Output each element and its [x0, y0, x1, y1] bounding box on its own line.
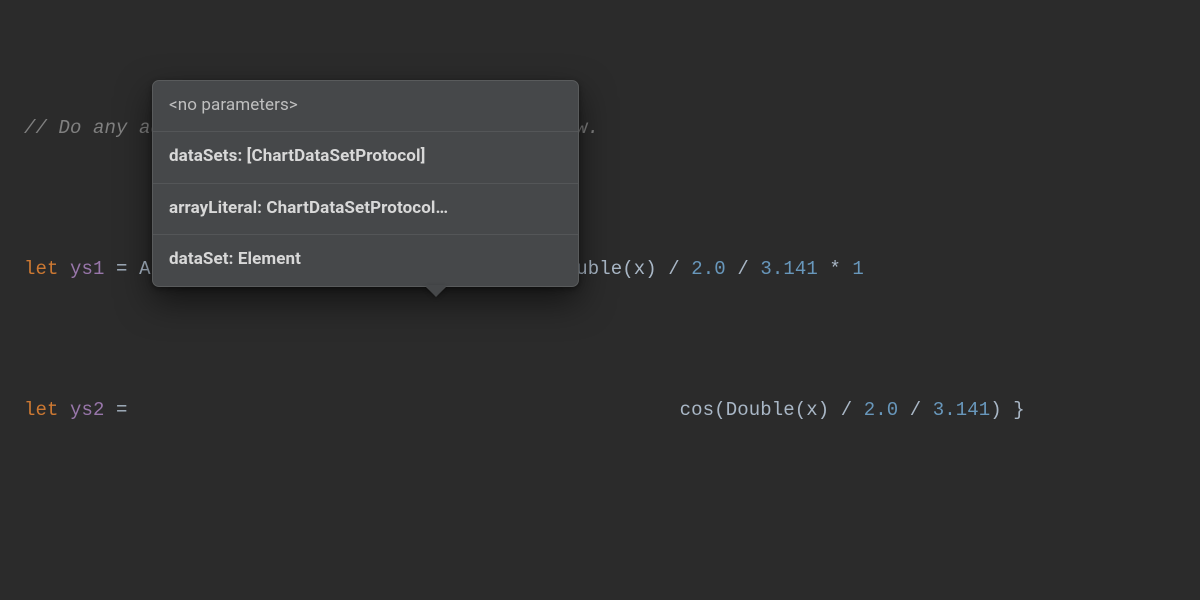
parameter-hint-item[interactable]: dataSets: [ChartDataSetProtocol] [153, 131, 578, 182]
keyword-let: let [24, 393, 59, 428]
identifier: ys1 [70, 252, 105, 287]
blank-line[interactable] [0, 533, 1200, 568]
parameter-hint-item[interactable]: dataSet: Element [153, 234, 578, 285]
parameter-hint-item[interactable]: <no parameters> [153, 81, 578, 131]
code-editor[interactable]: // Do any additional setup after loading… [0, 0, 1200, 600]
space [59, 252, 71, 287]
keyword-let: let [24, 252, 59, 287]
popup-pointer-icon [425, 285, 447, 296]
code-line[interactable]: let ys2 = cos(Double(x) / 2.0 / 3.141) } [0, 393, 1200, 428]
identifier: ys2 [70, 393, 105, 428]
parameter-hint-item[interactable]: arrayLiteral: ChartDataSetProtocol… [153, 183, 578, 234]
parameter-info-popup: <no parameters> dataSets: [ChartDataSetP… [152, 80, 579, 287]
